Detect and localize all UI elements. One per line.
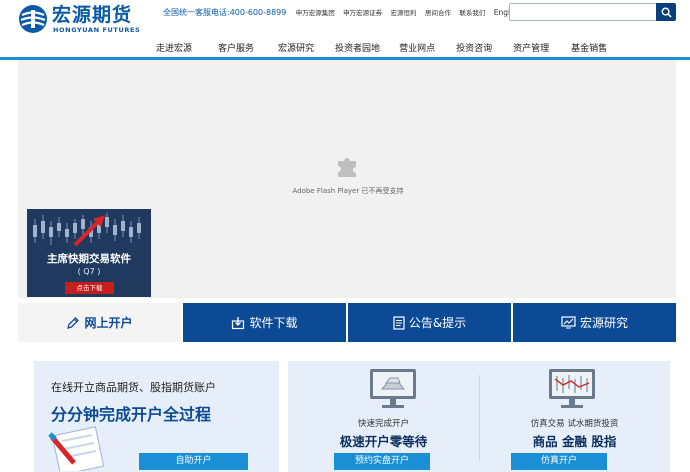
nav-item-about[interactable]: 走进宏源: [156, 41, 192, 55]
nav-item-asset-mgmt[interactable]: 资产管理: [513, 41, 549, 55]
top-link-swhy-group[interactable]: 申万宏源集团: [296, 9, 335, 17]
sim-account-button[interactable]: 仿真开户: [511, 453, 607, 470]
tab-online-account[interactable]: 网上开户: [18, 303, 183, 342]
search-input[interactable]: [509, 3, 657, 21]
tab-software-download[interactable]: 软件下载: [183, 303, 348, 342]
q7-promo[interactable]: 主席快期交易软件 ( Q7 ) 点击下载: [27, 209, 151, 297]
promo-subtitle: ( Q7 ): [77, 267, 101, 276]
online-account-panel: 在线开立商品期货、股指期货账户 分分钟完成开户全过程 自助开户: [34, 361, 279, 472]
account-options-panel: 快速完成开户 极速开户零等待 预约实盘开户 仿真交易 试水期货投资 商品 金融 …: [288, 361, 670, 472]
logo-cn-text: 宏源期货: [52, 4, 133, 26]
tab-announcements[interactable]: 公告&提示: [348, 303, 513, 342]
top-link-hengli[interactable]: 宏源恒利: [391, 9, 417, 17]
tab-label: 公告&提示: [408, 316, 467, 330]
feature-tabs: 网上开户 软件下载 公告&提示 宏源研究: [18, 303, 676, 342]
quick-open-headline: 极速开户零等待: [339, 434, 428, 449]
top-link-cooperation[interactable]: 居间合作: [425, 9, 451, 17]
sim-trade-desc: 仿真交易 试水期货投资: [530, 419, 619, 429]
gold-bars-monitor-icon: [370, 369, 416, 408]
nav-item-service[interactable]: 客户服务: [218, 41, 254, 55]
flash-placeholder: Adobe Flash Player 已不再受支持: [288, 152, 408, 196]
nav-item-research[interactable]: 宏源研究: [278, 41, 314, 55]
site-header: 宏源期货 HONGYUAN FUTURES 全国统一客服电话:400-600-8…: [0, 0, 690, 62]
top-link-contact[interactable]: 联系我们: [459, 9, 485, 17]
main-nav: 走进宏源 客户服务 宏源研究 投资者园地 营业网点 投资咨询 资产管理 基金销售: [150, 41, 607, 55]
top-link-swhy-securities[interactable]: 申万宏源证券: [343, 9, 382, 17]
quick-open-desc: 快速完成开户: [357, 419, 409, 429]
chart-monitor-icon: [549, 369, 595, 408]
pencil-icon: [66, 316, 80, 330]
nav-item-investor[interactable]: 投资者园地: [335, 41, 380, 55]
plugin-puzzle-icon: [338, 158, 356, 177]
sim-trade-headline: 商品 金融 股指: [532, 434, 617, 449]
quick-open-column: 快速完成开户 极速开户零等待 预约实盘开户: [288, 361, 479, 472]
nav-item-fund-sales[interactable]: 基金销售: [571, 41, 607, 55]
book-real-account-button[interactable]: 预约实盘开户: [334, 453, 430, 470]
top-links: 全国统一客服电话:400-600-8899 申万宏源集团 申万宏源证券 宏源恒利…: [163, 8, 521, 20]
candlestick-chart-graphic: [33, 213, 141, 247]
document-icon: [393, 315, 405, 330]
tab-label: 网上开户: [84, 316, 133, 330]
search-button[interactable]: [656, 3, 676, 21]
sim-trade-column: 仿真交易 试水期货投资 商品 金融 股指 仿真开户: [479, 361, 670, 472]
online-account-desc: 在线开立商品期货、股指期货账户: [51, 381, 216, 394]
promo-download-button[interactable]: 点击下载: [65, 282, 114, 294]
tab-label: 软件下载: [249, 316, 298, 330]
search-icon: [661, 7, 672, 18]
nav-item-branches[interactable]: 营业网点: [399, 41, 435, 55]
form-pen-illustration-icon: [48, 426, 105, 471]
download-icon: [231, 316, 245, 330]
chart-icon: [561, 316, 576, 329]
logo-en-text: HONGYUAN FUTURES: [53, 26, 141, 34]
hotline-text: 全国统一客服电话:400-600-8899: [163, 8, 287, 17]
site-logo[interactable]: 宏源期货 HONGYUAN FUTURES: [18, 4, 158, 34]
flash-notice: Adobe Flash Player 已不再受支持: [292, 187, 404, 195]
tab-research[interactable]: 宏源研究: [513, 303, 676, 342]
tab-label: 宏源研究: [579, 316, 628, 330]
online-account-headline: 分分钟完成开户全过程: [51, 405, 212, 424]
logo-mark-icon: [19, 5, 47, 33]
promo-title: 主席快期交易软件: [47, 253, 131, 265]
nav-item-advisory[interactable]: 投资咨询: [456, 41, 492, 55]
self-service-open-button[interactable]: 自助开户: [139, 453, 248, 470]
search-box: [509, 3, 676, 21]
